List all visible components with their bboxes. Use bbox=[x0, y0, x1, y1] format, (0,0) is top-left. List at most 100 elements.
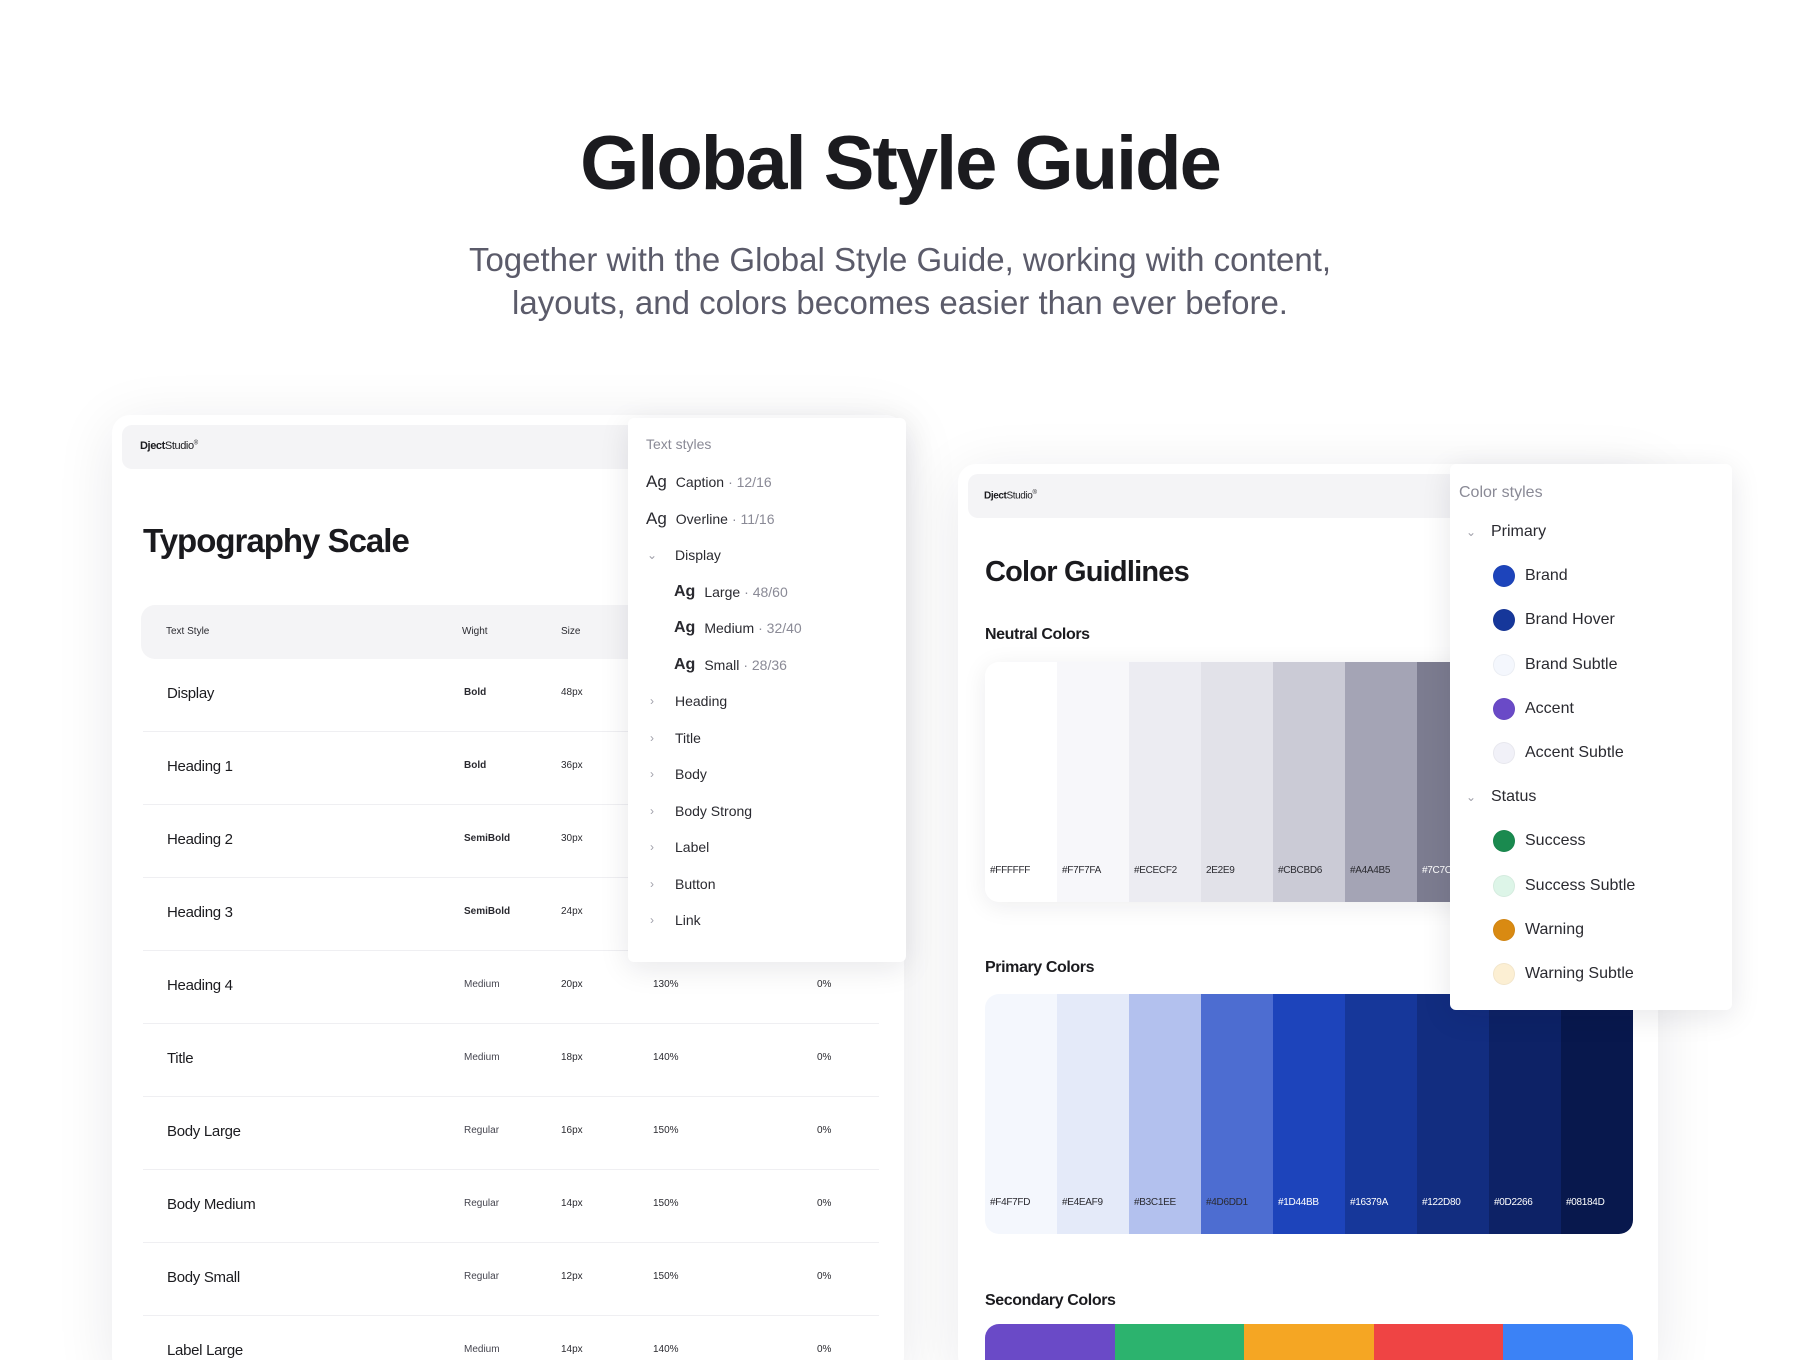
text-sample-icon: Ag bbox=[674, 582, 696, 600]
color-swatch[interactable]: #FFFFFF bbox=[985, 662, 1057, 902]
color-swatch[interactable]: #F7F7FA bbox=[1057, 662, 1129, 902]
color-swatch[interactable]: #F4F7FD bbox=[985, 994, 1057, 1234]
chevron-right-icon[interactable]: › bbox=[646, 731, 658, 745]
column-header: Wight bbox=[462, 626, 488, 637]
table-row[interactable]: Title Medium 18px 140% 0% bbox=[143, 1024, 879, 1097]
color-swatch[interactable]: #0D2266 bbox=[1489, 994, 1561, 1234]
text-style-item[interactable]: Ag Small · 28/36 bbox=[674, 653, 787, 677]
text-style-name: Heading 2 bbox=[167, 831, 233, 848]
color-swatch[interactable]: #16379A bbox=[1345, 994, 1417, 1234]
color-style-label: Accent bbox=[1525, 699, 1574, 717]
color-swatch[interactable]: #122D80 bbox=[1417, 994, 1489, 1234]
color-swatch[interactable]: #1D44BB bbox=[1273, 994, 1345, 1234]
text-style-name: Body Large bbox=[167, 1123, 241, 1140]
text-style-item[interactable]: Ag Overline · 11/16 bbox=[646, 507, 774, 531]
color-style-item[interactable]: Warning bbox=[1493, 918, 1584, 941]
size-value: 16px bbox=[561, 1125, 583, 1136]
weight-value: SemiBold bbox=[464, 906, 511, 917]
text-style-group[interactable]: › Button bbox=[646, 872, 715, 896]
chevron-down-icon[interactable]: ⌄ bbox=[1465, 525, 1477, 539]
text-style-item[interactable]: Ag Large · 48/60 bbox=[674, 580, 788, 604]
color-style-item[interactable]: Warning Subtle bbox=[1493, 963, 1634, 985]
chevron-right-icon[interactable]: › bbox=[646, 877, 658, 891]
table-row[interactable]: Body Small Regular 12px 150% 0% bbox=[143, 1243, 879, 1316]
text-style-label: Title bbox=[675, 729, 701, 746]
color-swatch[interactable] bbox=[1114, 1324, 1245, 1360]
color-dot bbox=[1493, 830, 1515, 853]
text-style-name: Heading 4 bbox=[167, 977, 233, 994]
color-style-group[interactable]: ⌄ Status bbox=[1465, 788, 1536, 806]
hex-label: #F7F7FA bbox=[1062, 865, 1102, 876]
line-height-value: 140% bbox=[653, 1344, 679, 1355]
color-swatch[interactable] bbox=[985, 1324, 1115, 1360]
color-style-item[interactable]: Brand Subtle bbox=[1493, 653, 1618, 676]
color-swatch[interactable]: #E4EAF9 bbox=[1057, 994, 1129, 1234]
text-style-group[interactable]: ⌄ Display bbox=[646, 543, 721, 567]
hex-label: #1D44BB bbox=[1278, 1197, 1319, 1208]
color-style-item[interactable]: Accent bbox=[1493, 697, 1574, 720]
text-style-name: Display bbox=[167, 685, 215, 702]
chevron-right-icon[interactable]: › bbox=[646, 694, 658, 708]
text-style-group[interactable]: › Label bbox=[646, 835, 709, 859]
text-style-group[interactable]: › Link bbox=[646, 908, 701, 932]
chevron-right-icon[interactable]: › bbox=[646, 804, 658, 818]
color-swatch[interactable]: 2E2E9 bbox=[1201, 662, 1273, 902]
hex-label: #4D6DD1 bbox=[1206, 1197, 1248, 1208]
color-dot bbox=[1493, 963, 1515, 985]
size-value: 30px bbox=[561, 833, 583, 844]
color-style-group[interactable]: ⌄ Primary bbox=[1465, 523, 1546, 541]
chevron-down-icon[interactable]: ⌄ bbox=[646, 548, 658, 562]
color-style-item[interactable]: Brand bbox=[1493, 565, 1568, 588]
line-height-value: 150% bbox=[653, 1271, 679, 1282]
color-swatch[interactable]: #A4A4B5 bbox=[1345, 662, 1417, 902]
chevron-right-icon[interactable]: › bbox=[646, 767, 658, 781]
chevron-right-icon[interactable]: › bbox=[646, 913, 658, 927]
color-swatch[interactable]: #CBCBD6 bbox=[1273, 662, 1345, 902]
text-style-group[interactable]: › Heading bbox=[646, 689, 727, 713]
size-value: 14px bbox=[561, 1198, 583, 1209]
text-style-label: Medium bbox=[704, 620, 755, 636]
color-group-label: Primary bbox=[1491, 523, 1547, 540]
color-title: Color Guidlines bbox=[985, 556, 1190, 588]
page-subtitle: Together with the Global Style Guide, wo… bbox=[468, 241, 1332, 321]
weight-value: Medium bbox=[464, 1344, 500, 1355]
text-style-metrics: · 48/60 bbox=[744, 583, 788, 600]
text-style-group[interactable]: › Title bbox=[646, 726, 701, 750]
text-style-item[interactable]: Ag Caption · 12/16 bbox=[646, 470, 772, 494]
text-style-label: Link bbox=[675, 912, 701, 928]
color-style-item[interactable]: Success Subtle bbox=[1493, 874, 1635, 897]
letter-spacing-value: 0% bbox=[817, 1125, 832, 1136]
color-dot bbox=[1493, 609, 1515, 632]
color-style-label: Success bbox=[1525, 832, 1586, 850]
color-swatch[interactable]: #08184D bbox=[1561, 994, 1633, 1234]
text-sample-icon: Ag bbox=[646, 508, 667, 528]
line-height-value: 150% bbox=[653, 1198, 679, 1209]
hex-label: #ECECF2 bbox=[1134, 865, 1177, 876]
table-row[interactable]: Body Large Regular 16px 150% 0% bbox=[143, 1097, 879, 1170]
color-swatch[interactable] bbox=[1503, 1324, 1633, 1360]
text-style-group[interactable]: › Body Strong bbox=[646, 799, 752, 823]
color-style-item[interactable]: Accent Subtle bbox=[1493, 742, 1624, 764]
line-height-value: 140% bbox=[653, 1052, 679, 1063]
chevron-down-icon[interactable]: ⌄ bbox=[1465, 790, 1477, 804]
color-swatch[interactable] bbox=[1244, 1324, 1374, 1360]
chevron-right-icon[interactable]: › bbox=[646, 840, 658, 854]
text-style-name: Heading 1 bbox=[167, 758, 233, 775]
hex-label: #B3C1EE bbox=[1134, 1197, 1176, 1208]
table-row[interactable]: Body Medium Regular 14px 150% 0% bbox=[143, 1170, 879, 1243]
letter-spacing-value: 0% bbox=[817, 979, 832, 990]
color-style-item[interactable]: Success bbox=[1493, 830, 1586, 853]
text-style-label: Label bbox=[675, 839, 710, 855]
color-style-item[interactable]: Brand Hover bbox=[1493, 609, 1615, 632]
color-dot bbox=[1493, 918, 1515, 941]
color-swatch[interactable]: #B3C1EE bbox=[1129, 994, 1201, 1234]
weight-value: Regular bbox=[464, 1125, 500, 1136]
text-style-item[interactable]: Ag Medium · 32/40 bbox=[674, 616, 802, 640]
color-style-label: Brand bbox=[1525, 567, 1568, 585]
table-row[interactable]: Label Large Medium 14px 140% 0% bbox=[143, 1316, 879, 1360]
color-swatch[interactable] bbox=[1373, 1324, 1504, 1360]
hex-label: #FFFFFF bbox=[990, 865, 1031, 876]
color-swatch[interactable]: #ECECF2 bbox=[1129, 662, 1201, 902]
text-style-group[interactable]: › Body bbox=[646, 762, 707, 786]
color-swatch[interactable]: #4D6DD1 bbox=[1201, 994, 1273, 1234]
